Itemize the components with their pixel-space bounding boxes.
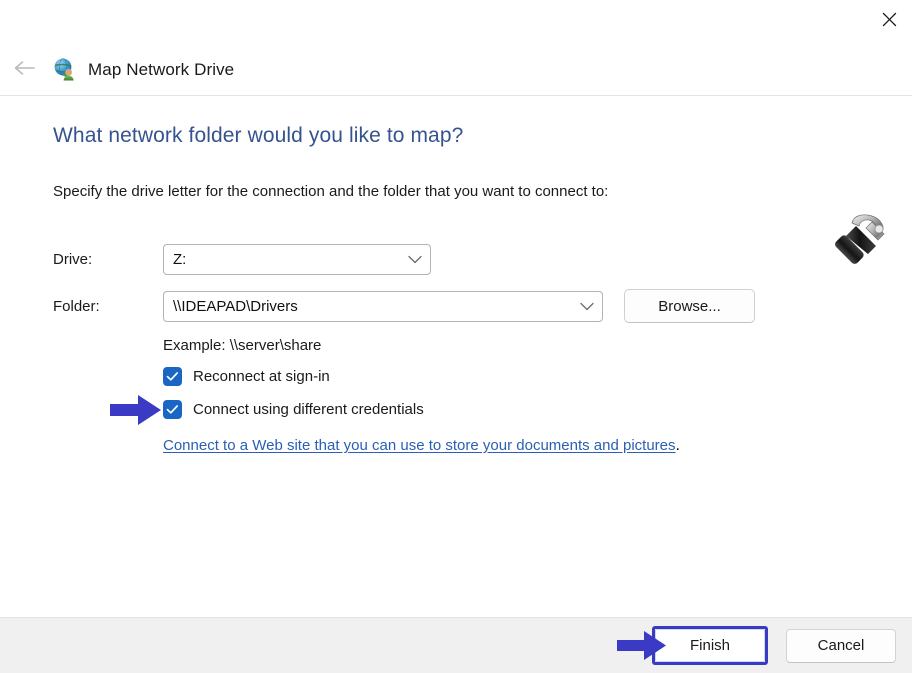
page-subtitle: Specify the drive letter for the connect… [53,183,608,200]
checkmark-icon [166,371,179,382]
finish-button-highlight: Finish [652,626,768,665]
credentials-checkbox-row[interactable]: Connect using different credentials [163,400,853,419]
connect-to-website-link[interactable]: Connect to a Web site that you can use t… [163,437,676,454]
reconnect-checkbox-label[interactable]: Reconnect at sign-in [193,368,330,385]
close-button[interactable] [866,0,912,38]
drive-select-value: Z: [164,251,400,268]
chevron-down-icon [572,302,602,311]
window-title: Map Network Drive [88,60,234,80]
checkmark-icon [166,404,179,415]
folder-label: Folder: [53,298,163,315]
page-title: What network folder would you like to ma… [53,124,463,148]
credentials-checkbox-label[interactable]: Connect using different credentials [193,401,424,418]
back-arrow-icon [13,59,36,82]
reconnect-checkbox-row[interactable]: Reconnect at sign-in [163,367,853,386]
drive-row: Drive: Z: [53,244,853,275]
network-drive-globe-icon [52,57,78,83]
finish-button[interactable]: Finish [655,629,765,662]
credentials-checkbox[interactable] [163,400,182,419]
dialog-content: What network folder would you like to ma… [0,96,912,617]
reconnect-checkbox[interactable] [163,367,182,386]
drive-label: Drive: [53,251,163,268]
drive-mapping-form: Drive: Z: Folder: \\IDEAPAD\Drivers [53,244,853,455]
title-bar: Map Network Drive [0,0,912,96]
folder-input-value: \\IDEAPAD\Drivers [164,298,572,315]
back-button[interactable] [2,50,46,90]
folder-input[interactable]: \\IDEAPAD\Drivers [163,291,603,322]
folder-row: Folder: \\IDEAPAD\Drivers Browse... [53,289,853,323]
browse-button[interactable]: Browse... [624,289,755,323]
form-options: Example: \\server\share Reconnect at sig… [163,337,853,455]
chevron-down-icon [400,255,430,264]
cancel-button[interactable]: Cancel [786,629,896,663]
annotation-arrow-finish [617,630,667,666]
drive-select[interactable]: Z: [163,244,431,275]
navigation-row: Map Network Drive [0,48,234,92]
dialog-footer: Finish Cancel [0,617,912,673]
web-link-wrapper: Connect to a Web site that you can use t… [163,433,853,455]
folder-example-text: Example: \\server\share [163,337,853,354]
map-network-drive-dialog: Map Network Drive [0,0,912,673]
close-icon [881,11,898,28]
web-link-period: . [676,437,680,454]
annotation-arrow-checkbox [110,394,162,426]
